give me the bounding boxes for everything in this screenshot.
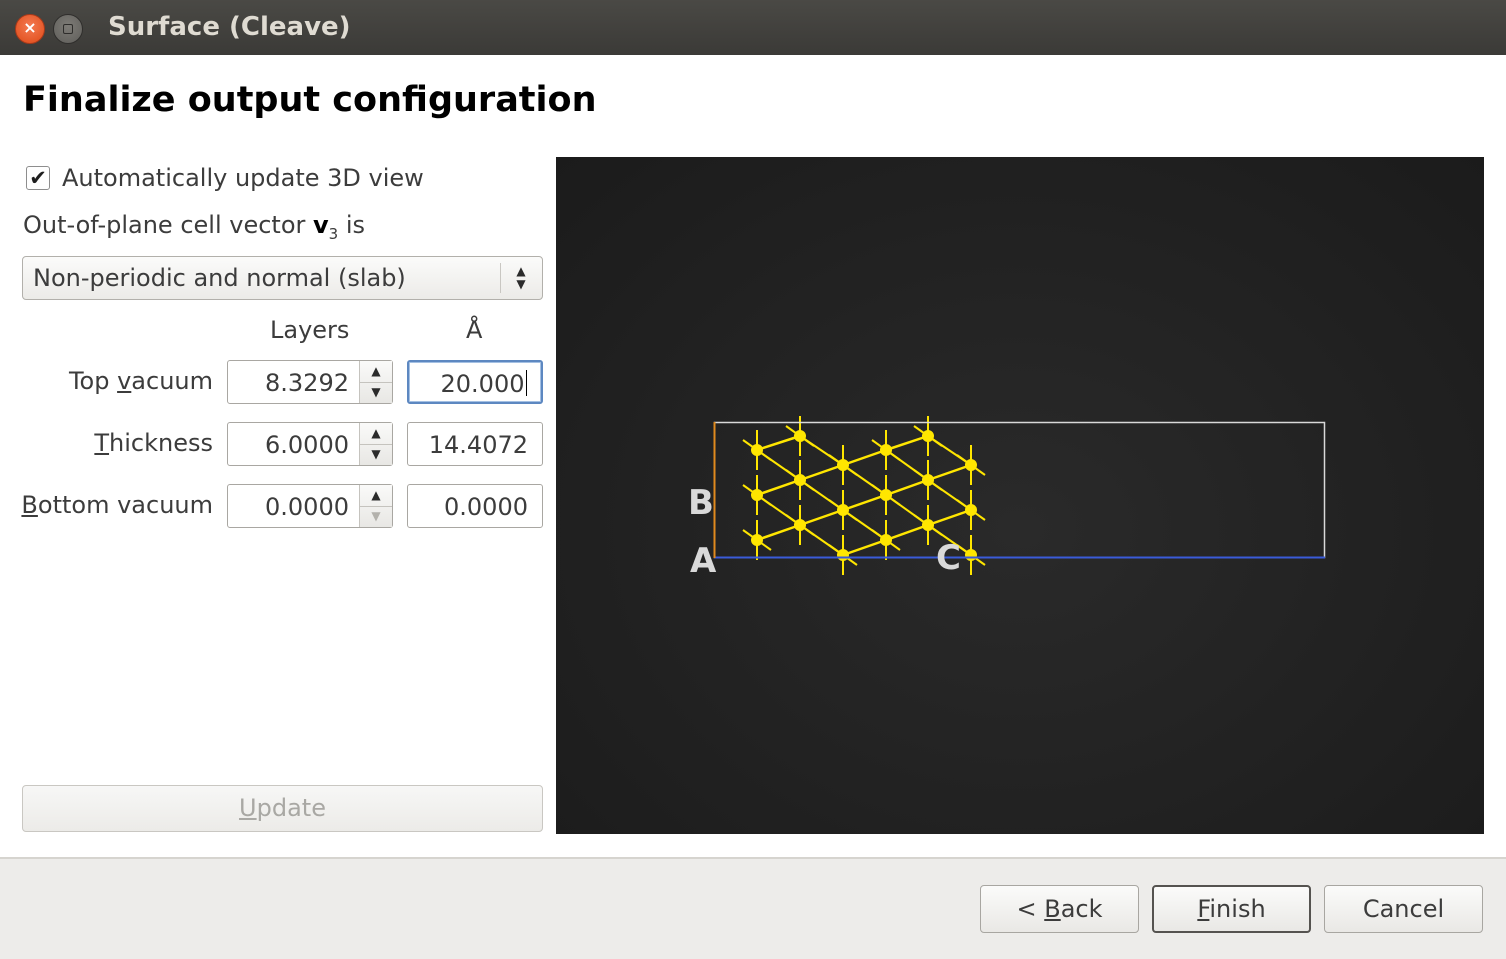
finish-label: inish (1209, 895, 1266, 923)
atom (794, 430, 806, 442)
update-button[interactable]: Update (22, 785, 543, 832)
back-arrow: < (1016, 895, 1045, 923)
auto-update-row[interactable]: ✔ Automatically update 3D view (26, 164, 424, 192)
atom (837, 504, 849, 516)
bond (799, 463, 844, 482)
maximize-icon (63, 24, 73, 34)
finish-mnemonic: F (1197, 895, 1210, 923)
vector-subscript: 3 (328, 224, 339, 243)
back-mnemonic: B (1044, 895, 1061, 923)
decrement-icon: ▼ (371, 509, 381, 523)
thickness-angstrom-field[interactable]: 14.4072 (407, 422, 543, 466)
bond (885, 523, 929, 542)
increment-icon[interactable]: ▲ (360, 361, 392, 383)
vector-mode-select[interactable]: Non-periodic and normal (slab) ▲ ▼ (22, 256, 543, 300)
axis-label-c: C (936, 538, 961, 578)
close-window-button[interactable]: × (15, 14, 45, 44)
atom (880, 489, 892, 501)
back-label: ack (1060, 895, 1103, 923)
thickness-angstrom-value[interactable]: 14.4072 (429, 431, 528, 459)
axis-label-b: B (688, 483, 714, 523)
bond (885, 434, 929, 452)
atom (837, 459, 849, 471)
decrement-icon[interactable]: ▼ (360, 444, 392, 465)
cell-vector-label: Out-of-plane cell vector v3 is (23, 211, 365, 243)
thickness-layers-spinbox[interactable]: 6.0000 ▲ ▼ (227, 422, 393, 466)
atom (751, 534, 763, 546)
maximize-window-button[interactable] (53, 14, 83, 44)
atom (751, 444, 763, 456)
bond (885, 478, 929, 497)
atom (880, 534, 892, 546)
window-title: Surface (Cleave) (108, 12, 351, 42)
back-button[interactable]: < Back (980, 885, 1139, 933)
top-vacuum-layers-spinbox[interactable]: 8.3292 ▲ ▼ (227, 360, 393, 404)
axis-label-a: A (690, 541, 717, 581)
title-bar: × Surface (Cleave) (0, 0, 1506, 55)
updown-arrows-icon: ▲ ▼ (516, 264, 526, 291)
bond (756, 434, 801, 452)
bottom-vacuum-layers-value[interactable]: 0.0000 (265, 493, 349, 521)
atom (922, 430, 934, 442)
vector-symbol: v (313, 211, 329, 239)
bond (756, 523, 801, 542)
cell-vector-label-post: is (338, 211, 366, 239)
vector-mode-value: Non-periodic and normal (slab) (33, 264, 406, 292)
bond (927, 508, 972, 527)
atom (965, 549, 977, 561)
bond (842, 448, 887, 467)
bond (842, 493, 887, 512)
atom (837, 549, 849, 561)
top-vacuum-layers-value[interactable]: 8.3292 (265, 369, 349, 397)
finish-button[interactable]: Finish (1152, 885, 1311, 933)
cell-vector-label-pre: Out-of-plane cell vector (23, 211, 313, 239)
update-label: pdate (256, 794, 326, 822)
atom (922, 519, 934, 531)
bond (842, 538, 887, 557)
top-vacuum-angstrom-field[interactable]: 20.000 (407, 360, 543, 404)
bottom-vacuum-layers-spinbox[interactable]: 0.0000 ▲ ▼ (227, 484, 393, 528)
atom (880, 444, 892, 456)
update-mnemonic: U (239, 794, 257, 822)
atom (965, 459, 977, 471)
decrement-icon[interactable]: ▼ (360, 382, 392, 403)
structure-3d-view[interactable]: A B C (556, 157, 1484, 834)
increment-icon[interactable]: ▲ (360, 485, 392, 507)
bottom-vacuum-angstrom-field[interactable]: 0.0000 (407, 484, 543, 528)
atom (922, 474, 934, 486)
atom (965, 504, 977, 516)
select-divider (500, 263, 501, 293)
text-caret (525, 370, 527, 396)
bond (799, 508, 844, 527)
atom (794, 474, 806, 486)
cell-outline (713, 421, 1326, 559)
angstrom-column-header: Å (466, 316, 483, 344)
cancel-button[interactable]: Cancel (1324, 885, 1483, 933)
top-vacuum-label: Top vacuum (68, 367, 213, 395)
bond (927, 463, 972, 482)
auto-update-label[interactable]: Automatically update 3D view (62, 164, 424, 192)
thickness-label: Thickness (94, 429, 213, 457)
atom (794, 519, 806, 531)
crystal-structure-render: A B C (688, 416, 1326, 581)
increment-icon[interactable]: ▲ (360, 423, 392, 445)
bottom-vacuum-label: Bottom vacuum (21, 491, 213, 519)
thickness-layers-value[interactable]: 6.0000 (265, 431, 349, 459)
auto-update-checkbox[interactable]: ✔ (26, 166, 50, 190)
layers-column-header: Layers (270, 316, 350, 344)
atom (751, 489, 763, 501)
page-heading: Finalize output configuration (23, 80, 597, 120)
top-vacuum-angstrom-value[interactable]: 20.000 (441, 370, 527, 398)
bond (756, 478, 801, 497)
bottom-vacuum-angstrom-value[interactable]: 0.0000 (444, 493, 528, 521)
